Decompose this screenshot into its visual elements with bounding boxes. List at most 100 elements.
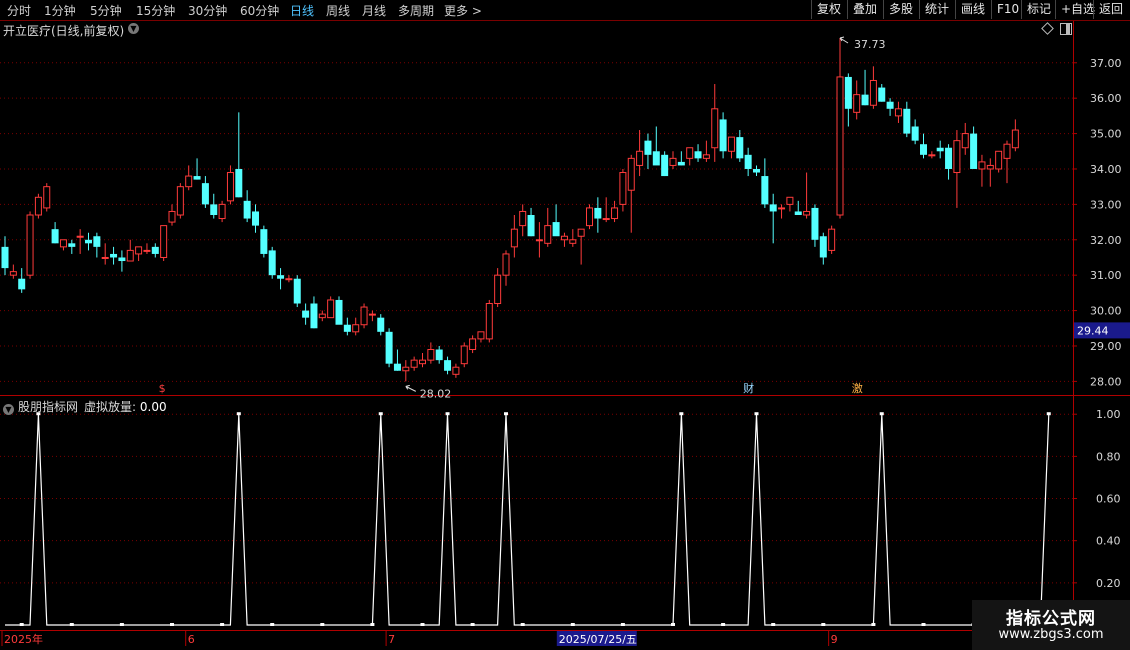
candle — [661, 151, 669, 177]
indicator-dropdown-icon[interactable]: ▼ — [3, 404, 14, 415]
add-watchlist-button[interactable]: +自选 — [1055, 0, 1095, 19]
period-tab-weekly[interactable]: 周线 — [326, 2, 350, 19]
candle-body — [719, 119, 727, 152]
indicator-grid — [0, 413, 1073, 584]
layout-toggle-icon[interactable] — [1060, 23, 1072, 35]
period-tab-multi[interactable]: 多周期 — [398, 2, 434, 19]
indicator-name: 虚拟放量: — [84, 400, 137, 414]
candle — [794, 200, 802, 215]
price-tick-label: 32.00 — [1090, 234, 1122, 247]
candle-body — [34, 196, 42, 216]
candle — [761, 158, 769, 208]
indicator-dot — [620, 623, 625, 626]
period-tab-60min[interactable]: 60分钟 — [240, 2, 279, 19]
candle-body — [644, 140, 652, 155]
toolbar-divider — [0, 20, 1130, 21]
period-tab-daily[interactable]: 日线 — [290, 2, 314, 19]
candle-body — [293, 278, 301, 304]
mark-button[interactable]: 标记 — [1021, 0, 1055, 19]
indicator-dot — [721, 623, 726, 626]
multi-stock-button[interactable]: 多股 — [883, 0, 919, 19]
back-button[interactable]: 返回 — [1093, 0, 1130, 19]
title-dropdown-icon[interactable]: ▼ — [128, 23, 139, 34]
candle — [218, 200, 226, 223]
candle — [986, 158, 994, 187]
candle-body — [485, 303, 493, 340]
candle — [210, 193, 218, 219]
candle-body — [277, 275, 285, 279]
candle — [936, 140, 944, 159]
candle-body — [811, 207, 819, 240]
indicator-peak-dot — [1046, 412, 1051, 416]
candle — [68, 239, 76, 254]
candle-body — [168, 210, 176, 223]
candle-body — [661, 154, 669, 177]
candle-body — [352, 324, 360, 333]
restore-rights-button[interactable]: 复权 — [811, 0, 847, 19]
candle-body — [627, 157, 635, 191]
candle — [560, 232, 568, 247]
period-tab-monthly[interactable]: 月线 — [362, 2, 386, 19]
overlay-button[interactable]: 叠加 — [847, 0, 883, 19]
candle — [652, 126, 660, 166]
candle-body — [43, 186, 51, 209]
indicator-dot — [170, 623, 174, 626]
indicator-dot — [470, 623, 475, 626]
candle — [945, 144, 953, 180]
candle-body — [761, 176, 769, 205]
candle — [953, 130, 961, 208]
candle-body — [160, 225, 168, 258]
price-grid — [0, 62, 1073, 382]
statistics-button[interactable]: 统计 — [919, 0, 955, 19]
candle-body — [769, 204, 777, 212]
period-tab-more[interactable]: 更多 > — [444, 2, 482, 19]
candle-body — [803, 210, 811, 216]
candle — [853, 80, 861, 120]
candle — [452, 363, 460, 378]
watermark: 指标公式网 www.zbgs3.com — [972, 600, 1130, 650]
candle — [544, 207, 552, 247]
candle-body — [85, 239, 92, 244]
price-tick-label: 37.00 — [1090, 57, 1122, 70]
candle-body — [903, 108, 911, 134]
date-label: 9 — [831, 633, 838, 646]
indicator-dot — [921, 623, 926, 626]
price-axis: 28.00 29.00 30.00 31.00 32.00 33.00 34.00 35.00… — [1073, 57, 1122, 388]
candle — [494, 268, 502, 308]
f10-button[interactable]: F10 — [991, 0, 1021, 19]
high-pointer — [839, 36, 849, 44]
candle-body — [494, 274, 502, 304]
draw-line-button[interactable]: 画线 — [955, 0, 991, 19]
period-tab-intraday[interactable]: 分时 — [7, 2, 31, 19]
candle — [828, 225, 836, 254]
candle-body — [226, 172, 234, 202]
candle-body — [502, 253, 510, 276]
candle — [677, 151, 685, 166]
candle — [377, 314, 385, 336]
candle-body — [552, 222, 560, 237]
indicator-peak-dot — [504, 412, 508, 416]
candle — [285, 275, 293, 283]
candle — [778, 204, 786, 219]
candle — [185, 165, 193, 191]
candle-body — [201, 183, 209, 205]
candle — [101, 243, 109, 265]
period-tab-30min[interactable]: 30分钟 — [188, 2, 227, 19]
candle — [836, 38, 844, 219]
period-tab-1min[interactable]: 1分钟 — [44, 2, 76, 19]
candle — [803, 172, 811, 219]
candlestick-series[interactable] — [1, 38, 1019, 382]
candle-body — [677, 161, 685, 166]
candle-body — [861, 94, 869, 106]
price-tick-label: 29.00 — [1090, 340, 1122, 353]
indicator-line[interactable] — [5, 412, 1051, 626]
indicator-dot — [320, 623, 325, 626]
indicator-dot — [69, 623, 74, 626]
period-tab-15min[interactable]: 15分钟 — [136, 2, 175, 19]
candle — [34, 193, 42, 219]
candle — [176, 183, 184, 219]
candle-body — [727, 136, 735, 152]
candle — [736, 130, 744, 162]
period-tab-5min[interactable]: 5分钟 — [90, 2, 122, 19]
indicator-dot — [19, 623, 24, 626]
